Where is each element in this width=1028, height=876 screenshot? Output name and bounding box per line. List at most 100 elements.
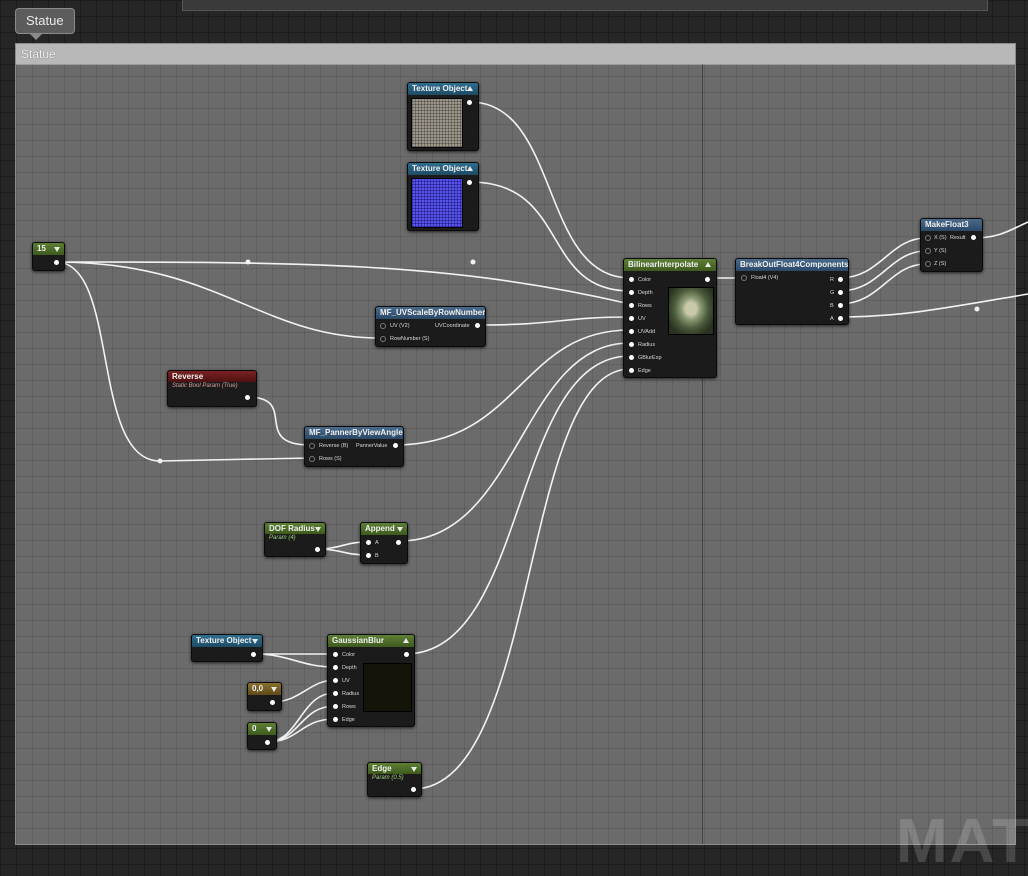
breakoutfloat4components-node[interactable]: BreakOutFloat4Components Float4 (V4) R G…: [735, 258, 849, 325]
output-pin[interactable]: [838, 303, 843, 308]
pin-label: A: [830, 316, 834, 322]
input-pin[interactable]: [333, 691, 338, 696]
makefloat3-node[interactable]: MakeFloat3 X (S) Result Y (S) Z (S): [920, 218, 983, 272]
collapse-arrow-icon[interactable]: [252, 639, 258, 644]
collapse-arrow-icon[interactable]: [54, 247, 60, 252]
output-pin[interactable]: [245, 395, 250, 400]
pin-label: Y (S): [934, 248, 947, 254]
input-pin[interactable]: [333, 652, 338, 657]
output-pin[interactable]: [404, 652, 409, 657]
collapse-arrow-icon[interactable]: [467, 166, 473, 171]
collapse-arrow-icon[interactable]: [266, 727, 272, 732]
comment-title[interactable]: Statue: [16, 44, 1015, 65]
collapse-arrow-icon[interactable]: [315, 527, 321, 532]
mf-pannerbyviewangle-node[interactable]: MF_PannerByViewAngle Reverse (B) PannerV…: [304, 426, 404, 467]
reverse-static-bool-node[interactable]: Reverse Static Bool Param (True): [167, 370, 257, 407]
pin-label: Z (S): [934, 261, 947, 267]
output-pin[interactable]: [971, 235, 976, 240]
pin-label: Float4 (V4): [751, 275, 779, 281]
pin-label: G: [830, 290, 835, 296]
pin-label: Radius: [638, 342, 656, 348]
collapse-arrow-icon[interactable]: [271, 687, 277, 692]
input-pin[interactable]: [629, 277, 634, 282]
gaussianblur-node[interactable]: GaussianBlur Color Depth UV Radius Rows …: [327, 634, 415, 727]
node-subtitle: Static Bool Param (True): [172, 383, 238, 389]
input-pin[interactable]: [333, 704, 338, 709]
input-pin[interactable]: [309, 456, 315, 462]
pin-label: Edge: [342, 717, 355, 723]
input-pin[interactable]: [629, 329, 634, 334]
input-pin[interactable]: [333, 665, 338, 670]
input-pin[interactable]: [366, 540, 371, 545]
constant-node-15[interactable]: 15: [32, 242, 65, 271]
input-pin[interactable]: [925, 261, 931, 267]
texture-object-node-3[interactable]: Texture Object: [191, 634, 263, 662]
output-pin[interactable]: [251, 652, 256, 657]
collapse-arrow-icon[interactable]: [411, 767, 417, 772]
collapse-arrow-icon[interactable]: [397, 527, 403, 532]
output-pin[interactable]: [315, 547, 320, 552]
pin-label: A: [375, 540, 379, 546]
input-pin[interactable]: [925, 248, 931, 254]
input-pin[interactable]: [380, 323, 386, 329]
input-pin[interactable]: [741, 275, 747, 281]
node-title: MakeFloat3: [921, 219, 982, 231]
pin-label: Radius: [342, 691, 360, 697]
node-title: BilinearInterpolate: [624, 259, 716, 271]
pin-label: R: [830, 277, 834, 283]
collapse-arrow-icon[interactable]: [467, 86, 473, 91]
pin-label: Reverse (B): [319, 443, 349, 449]
output-pin[interactable]: [393, 443, 398, 448]
output-pin[interactable]: [467, 100, 472, 105]
input-pin[interactable]: [333, 717, 338, 722]
comment-box-statue[interactable]: Statue: [15, 43, 1016, 845]
pin-label: Result: [950, 235, 966, 241]
pin-label: UV: [342, 678, 350, 684]
dof-radius-param-node[interactable]: DOF Radius Param (4): [264, 522, 326, 557]
pin-label: UVCoordinate: [435, 323, 470, 329]
pin-label: Color: [638, 277, 652, 283]
node-subtitle: Param (4): [269, 535, 296, 541]
output-pin[interactable]: [54, 260, 59, 265]
output-pin[interactable]: [270, 700, 275, 705]
comment-bubble-tab[interactable]: Statue: [15, 8, 75, 40]
node-title: MF_UVScaleByRowNumber: [376, 307, 485, 319]
collapse-arrow-icon[interactable]: [705, 262, 711, 267]
bilinearinterpolate-node[interactable]: BilinearInterpolate Color Depth Rows UV …: [623, 258, 717, 378]
constant-node-0[interactable]: 0: [247, 722, 277, 750]
top-panel: [182, 0, 988, 11]
input-pin[interactable]: [366, 553, 371, 558]
output-pin[interactable]: [838, 316, 843, 321]
texture-object-node-2[interactable]: Texture Object: [407, 162, 479, 231]
edge-param-node[interactable]: Edge Param (0.5): [367, 762, 422, 797]
pin-label: UVAdd: [638, 329, 656, 335]
append-node[interactable]: Append A B: [360, 522, 408, 564]
input-pin[interactable]: [309, 443, 315, 449]
output-pin[interactable]: [396, 540, 401, 545]
output-pin[interactable]: [411, 787, 416, 792]
output-pin[interactable]: [838, 277, 843, 282]
input-pin[interactable]: [380, 336, 386, 342]
input-pin[interactable]: [629, 303, 634, 308]
input-pin[interactable]: [629, 368, 634, 373]
input-pin[interactable]: [629, 355, 634, 360]
blur-preview-thumbnail: [363, 663, 412, 712]
output-pin[interactable]: [265, 740, 270, 745]
pin-label: RowNumber (S): [390, 336, 430, 342]
input-pin[interactable]: [629, 316, 634, 321]
texture-object-node-1[interactable]: Texture Object: [407, 82, 479, 151]
output-pin[interactable]: [705, 277, 710, 282]
constant2-node-0-0[interactable]: 0,0: [247, 682, 282, 711]
input-pin[interactable]: [629, 342, 634, 347]
collapse-arrow-icon[interactable]: [403, 638, 409, 643]
output-pin[interactable]: [838, 290, 843, 295]
input-pin[interactable]: [629, 290, 634, 295]
node-title: BreakOutFloat4Components: [736, 259, 848, 271]
pin-label: Depth: [638, 290, 653, 296]
mf-uvscalebyrownumber-node[interactable]: MF_UVScaleByRowNumber UV (V2) UVCoordina…: [375, 306, 486, 347]
pin-label: Rows (S): [319, 456, 342, 462]
output-pin[interactable]: [475, 323, 480, 328]
output-pin[interactable]: [467, 180, 472, 185]
input-pin[interactable]: [925, 235, 931, 241]
input-pin[interactable]: [333, 678, 338, 683]
